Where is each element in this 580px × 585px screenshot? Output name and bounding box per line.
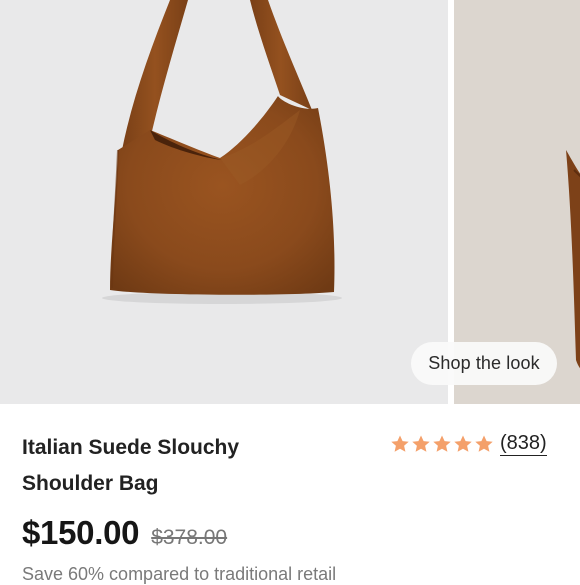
star-icon xyxy=(475,435,493,452)
suede-bag-image xyxy=(102,0,342,304)
product-image-gallery[interactable]: Shop the look xyxy=(0,0,580,404)
original-price: $378.00 xyxy=(151,526,228,549)
rating-stars xyxy=(390,434,494,454)
star-icon xyxy=(433,435,451,452)
product-info: Italian Suede Slouchy Shoulder Bag (838)… xyxy=(0,404,580,584)
price-row: $150.00 $378.00 xyxy=(22,514,227,552)
product-rating[interactable]: (838) xyxy=(390,431,547,456)
product-image-main[interactable] xyxy=(0,0,448,404)
star-icon xyxy=(454,435,472,452)
review-count-link[interactable]: (838) xyxy=(500,431,547,456)
shop-the-look-button[interactable]: Shop the look xyxy=(411,342,557,385)
current-price: $150.00 xyxy=(22,514,140,551)
shop-the-look-label: Shop the look xyxy=(428,353,540,373)
product-title: Italian Suede Slouchy Shoulder Bag xyxy=(22,436,240,495)
star-icon xyxy=(412,435,430,452)
star-icon xyxy=(391,435,409,452)
savings-text: Save 60% compared to traditional retail xyxy=(22,564,337,584)
